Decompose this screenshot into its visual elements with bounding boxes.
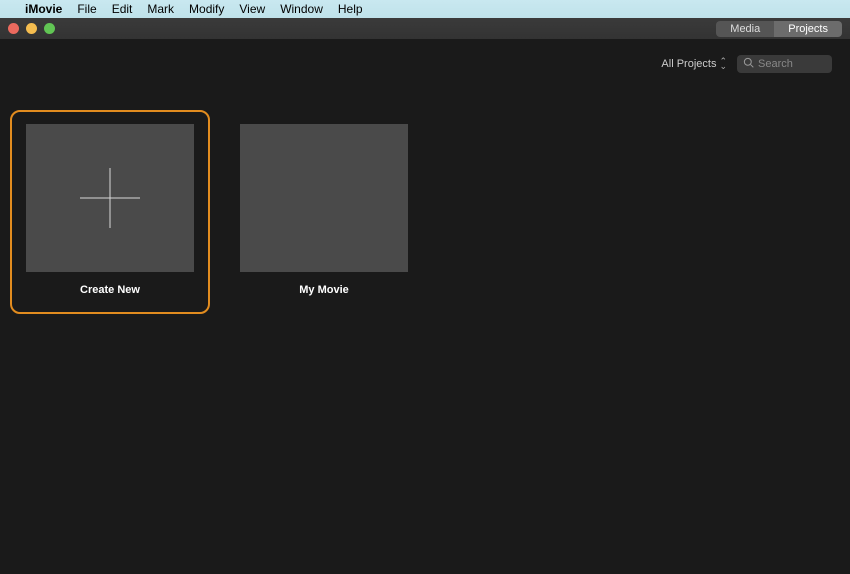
plus-icon [80, 168, 140, 228]
menubar: iMovie File Edit Mark Modify View Window… [0, 0, 850, 18]
maximize-window-button[interactable] [44, 23, 55, 34]
minimize-window-button[interactable] [26, 23, 37, 34]
create-new-card[interactable]: Create New [10, 110, 210, 314]
create-new-thumb [26, 124, 194, 272]
menubar-file[interactable]: File [77, 2, 96, 16]
project-label: My Movie [299, 284, 349, 296]
window-titlebar: Media Projects [0, 18, 850, 40]
menubar-app-name[interactable]: iMovie [25, 2, 62, 16]
projects-filter-dropdown[interactable]: All Projects ⌃⌄ [661, 58, 727, 70]
close-window-button[interactable] [8, 23, 19, 34]
filter-bar: All Projects ⌃⌄ [0, 40, 850, 88]
create-new-label: Create New [80, 284, 140, 296]
menubar-mark[interactable]: Mark [147, 2, 174, 16]
nav-projects-button[interactable]: Projects [774, 21, 842, 37]
menubar-help[interactable]: Help [338, 2, 363, 16]
menubar-modify[interactable]: Modify [189, 2, 224, 16]
search-field-wrap[interactable] [737, 55, 832, 73]
sort-updown-icon: ⌃⌄ [719, 59, 727, 70]
search-input[interactable] [758, 58, 828, 70]
nav-toggle: Media Projects [716, 21, 842, 37]
projects-grid: Create New My Movie [0, 88, 850, 314]
search-icon [743, 57, 754, 71]
project-card-my-movie[interactable]: My Movie [224, 110, 424, 296]
traffic-lights [8, 23, 55, 34]
nav-media-button[interactable]: Media [716, 21, 774, 37]
projects-filter-label: All Projects [661, 58, 716, 70]
project-thumb [240, 124, 408, 272]
menubar-window[interactable]: Window [280, 2, 323, 16]
menubar-view[interactable]: View [239, 2, 265, 16]
menubar-edit[interactable]: Edit [112, 2, 133, 16]
